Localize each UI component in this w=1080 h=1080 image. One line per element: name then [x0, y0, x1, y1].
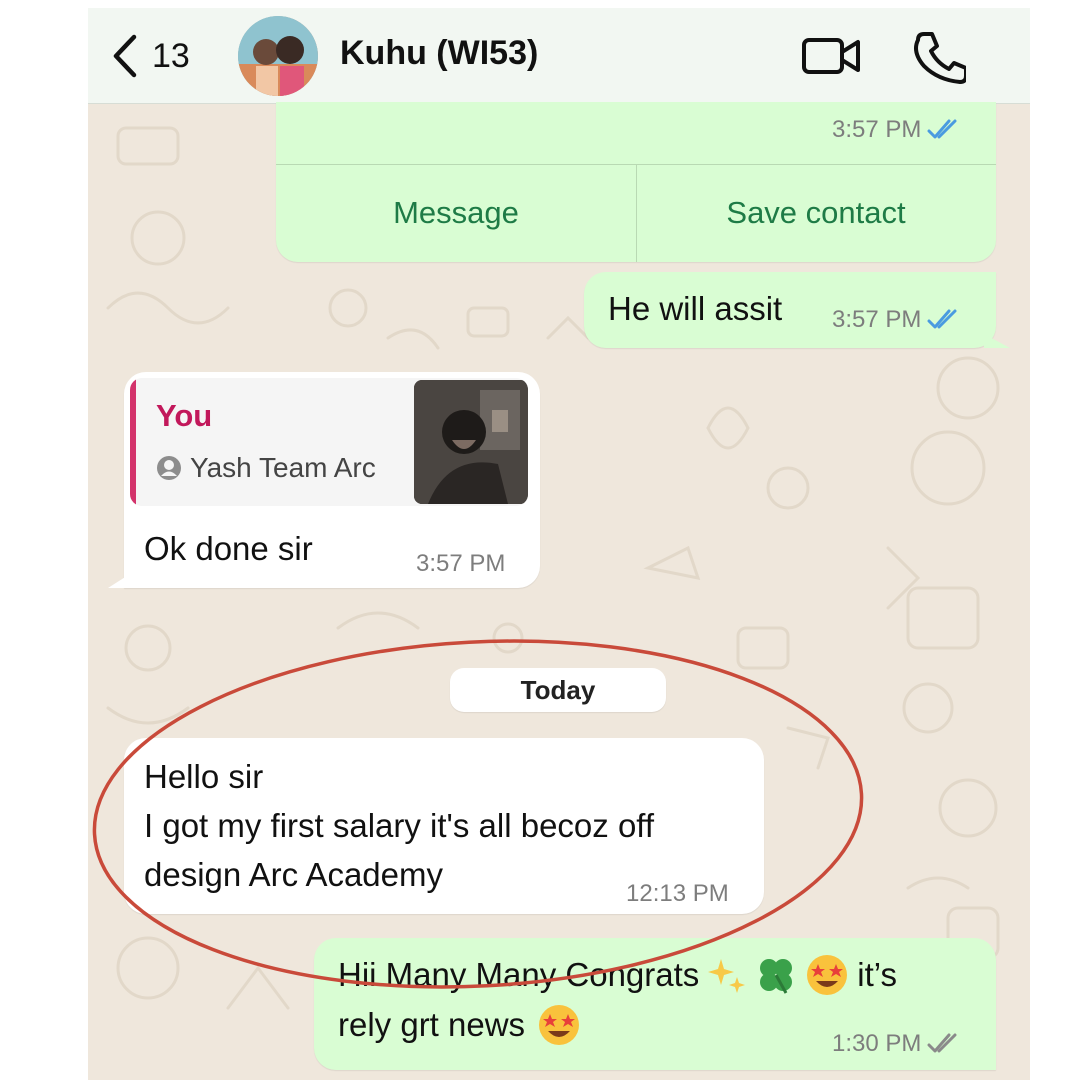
unread-count: 13	[152, 36, 190, 75]
person-icon	[157, 456, 181, 480]
message-time: 3:57 PM	[832, 306, 961, 334]
video-call-button[interactable]	[800, 32, 864, 80]
incoming-message[interactable]: You Yash Team Arc Ok done sir 3:57 PM	[124, 372, 540, 588]
double-check-icon	[927, 1033, 957, 1053]
reply-quote[interactable]: You Yash Team Arc	[130, 378, 528, 506]
date-divider: Today	[450, 668, 666, 712]
video-camera-icon	[802, 38, 860, 74]
double-check-icon	[927, 119, 957, 139]
reply-contact-name: Yash Team Arc	[190, 452, 376, 483]
message-text: He will assit	[608, 290, 783, 327]
message-line: I got my first salary it's all becoz off	[144, 807, 655, 844]
double-check-icon	[927, 309, 957, 329]
sparkles-emoji	[708, 958, 746, 993]
message-line: design Arc Academy	[144, 856, 443, 893]
phone-icon	[914, 32, 968, 84]
outgoing-message[interactable]: Hii Many Many Congrats it’s rely grt new…	[314, 938, 996, 1070]
reply-contact: Yash Team Arc	[156, 452, 376, 484]
reply-author: You	[156, 398, 213, 433]
outgoing-message[interactable]: He will assit 3:57 PM	[584, 272, 996, 348]
message-time: 3:57 PM	[416, 550, 506, 577]
back-button[interactable]: 13	[110, 32, 210, 80]
message-text: rely grt news	[338, 1006, 526, 1043]
message-line: rely grt news	[338, 1000, 581, 1049]
message-time: 1:30 PM	[832, 1030, 961, 1058]
message-text: it’s	[857, 956, 898, 993]
avatar-photo	[238, 16, 318, 96]
bubble-tail	[984, 334, 1010, 348]
contact-avatar[interactable]	[238, 16, 318, 96]
person-photo	[414, 380, 528, 504]
message-line: Hello sir	[144, 758, 264, 795]
message-line: Hii Many Many Congrats it’s	[338, 950, 897, 999]
voice-call-button[interactable]	[910, 28, 968, 84]
contact-card-bubble: 3:57 PM Message Save contact	[276, 102, 996, 262]
chevron-left-icon	[113, 34, 137, 78]
reply-accent-bar	[130, 378, 136, 506]
star-struck-emoji	[807, 954, 848, 995]
star-struck-emoji	[539, 1004, 580, 1045]
four-leaf-clover-emoji	[760, 958, 793, 994]
reply-thumbnail	[414, 380, 528, 504]
message-contact-button[interactable]: Message	[276, 164, 636, 262]
message-time: 3:57 PM	[832, 116, 961, 144]
message-text: Hii Many Many Congrats	[338, 956, 700, 993]
chat-header: 13 Kuhu (WI53)	[88, 8, 1030, 104]
bubble-tail	[108, 574, 130, 588]
message-time: 12:13 PM	[626, 880, 729, 907]
save-contact-button[interactable]: Save contact	[636, 164, 996, 262]
incoming-message[interactable]: Hello sir I got my first salary it's all…	[124, 738, 764, 914]
contact-name[interactable]: Kuhu (WI53)	[340, 34, 538, 73]
message-text: Ok done sir	[144, 530, 313, 567]
chat-screen: 13 Kuhu (WI53) 3:57 PM Message Save cont…	[88, 8, 1030, 1080]
